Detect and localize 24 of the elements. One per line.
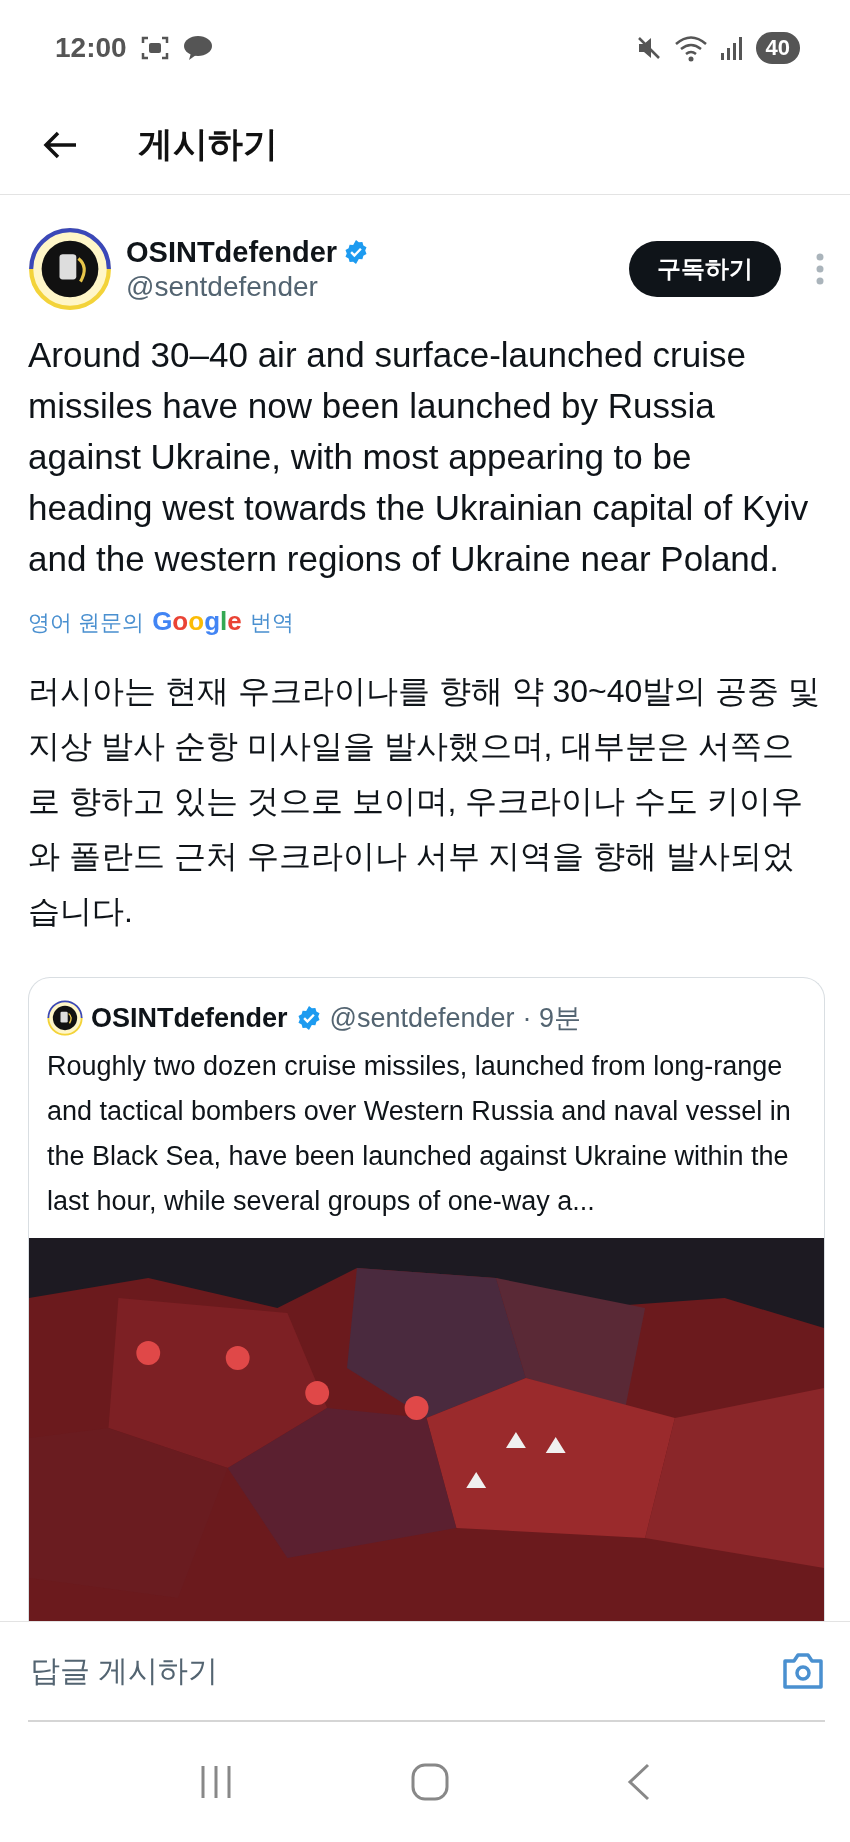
avatar-icon[interactable] bbox=[28, 227, 112, 311]
back-arrow-icon[interactable] bbox=[42, 129, 78, 160]
mute-icon bbox=[635, 34, 662, 61]
translated-text: 러시아는 현재 우크라이나를 향해 약 30~40발의 공중 및 지상 발사 순항 미사일을 발사했으며, 대부분은 서쪽으로 향하고 있는 것으로 보이며, 우크라이나 수도 키이우와 폴란드 근처 우크라이나 서부 지역을 향해 발사되었습니다. bbox=[28, 672, 822, 931]
status-time: 12:00 bbox=[55, 31, 127, 64]
author-name[interactable]: OSINTdefender bbox=[126, 235, 338, 269]
battery-level: 40 bbox=[755, 31, 800, 64]
more-options-icon[interactable] bbox=[815, 252, 825, 286]
post-text: Around 30–40 air and surface-launched cruise missiles have now been launched by Russia against Ukraine, with most appearing to be heading west towards the Ukrainian capital of Kyiv and the western regions of Ukraine near Poland. bbox=[28, 334, 810, 580]
reply-input-field[interactable]: 답글 게시하기 bbox=[28, 1653, 781, 1689]
quoted-post-text: Roughly two dozen cruise missiles, launched from long-range and tactical bombers over Western Russia and naval vessel in the Black Sea, have been launched against Ukraine within the last hour, while several groups of one-way a... bbox=[46, 1050, 792, 1218]
translation-link[interactable]: 영어 원문의 Google 번역 bbox=[28, 606, 294, 638]
subscribe-button[interactable]: 구독하기 bbox=[629, 241, 781, 297]
camera-icon[interactable] bbox=[781, 1651, 825, 1691]
wifi-icon bbox=[673, 33, 708, 62]
screenshot-icon bbox=[140, 34, 169, 61]
author-handle[interactable]: @sentdefender bbox=[126, 270, 370, 303]
avatar-icon[interactable] bbox=[47, 1000, 83, 1036]
page-title: 게시하기 bbox=[138, 123, 278, 165]
quoted-author-name: OSINTdefender bbox=[91, 1002, 288, 1034]
signal-icon bbox=[719, 34, 744, 61]
quoted-author-handle: @sentdefender bbox=[329, 1002, 515, 1034]
post-time: · 9분 bbox=[522, 1002, 582, 1035]
chat-bubble-icon bbox=[182, 34, 213, 61]
